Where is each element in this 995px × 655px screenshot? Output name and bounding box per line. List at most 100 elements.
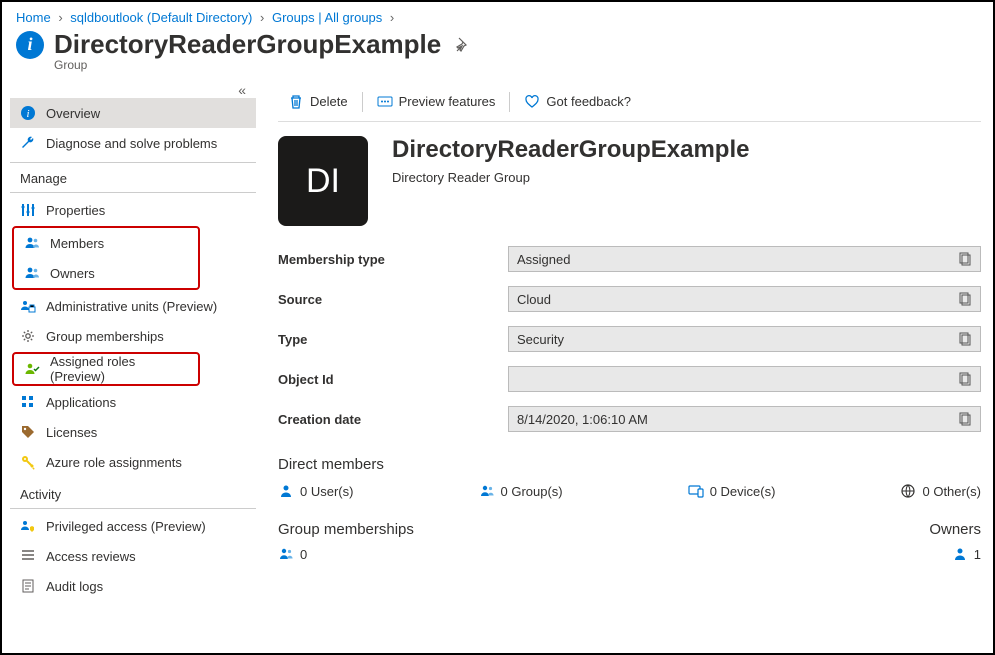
prop-row-type: Type Security <box>278 326 981 352</box>
sidebar-item-overview[interactable]: i Overview <box>10 98 256 128</box>
breadcrumb-groups[interactable]: Groups | All groups <box>272 10 382 25</box>
admin-unit-icon <box>20 298 36 314</box>
tag-icon <box>20 424 36 440</box>
stat-group-memberships[interactable]: 0 <box>278 546 841 562</box>
prop-value-membership-type[interactable]: Assigned <box>508 246 981 272</box>
stat-owners[interactable]: 1 <box>841 546 981 562</box>
info-icon: i <box>16 31 44 59</box>
prop-label: Object Id <box>278 372 508 387</box>
sidebar-collapse-icon[interactable]: « <box>10 82 256 98</box>
prop-row-creation-date: Creation date 8/14/2020, 1:06:10 AM <box>278 406 981 432</box>
sidebar-item-label: Access reviews <box>46 549 136 564</box>
gear-icon <box>20 328 36 344</box>
sidebar-item-label: Privileged access (Preview) <box>46 519 206 534</box>
people-icon <box>24 235 40 251</box>
prop-value-creation-date[interactable]: 8/14/2020, 1:06:10 AM <box>508 406 981 432</box>
sidebar-item-label: Licenses <box>46 425 97 440</box>
prop-value-type[interactable]: Security <box>508 326 981 352</box>
sidebar-item-group-memberships[interactable]: Group memberships <box>10 321 256 351</box>
log-icon <box>20 578 36 594</box>
person-icon <box>278 483 294 499</box>
stat-users[interactable]: 0 User(s) <box>278 483 353 499</box>
sidebar-item-licenses[interactable]: Licenses <box>10 417 256 447</box>
sidebar-item-label: Diagnose and solve problems <box>46 136 217 151</box>
people-icon <box>24 265 40 281</box>
group-summary: DI DirectoryReaderGroupExample Directory… <box>278 136 981 226</box>
sidebar-item-label: Members <box>50 236 104 251</box>
breadcrumb-tenant[interactable]: sqldboutlook (Default Directory) <box>70 10 252 25</box>
breadcrumb-sep: › <box>260 10 264 25</box>
copy-icon[interactable] <box>958 291 974 308</box>
heart-icon <box>524 94 540 110</box>
sidebar-item-azure-role[interactable]: Azure role assignments <box>10 447 256 477</box>
resource-type-label: Group <box>2 58 993 72</box>
prop-label: Source <box>278 292 508 307</box>
toolbar-separator <box>509 92 510 112</box>
prop-value-text: Assigned <box>517 252 570 267</box>
toolbar-label: Preview features <box>399 94 496 109</box>
stat-devices[interactable]: 0 Device(s) <box>688 483 776 499</box>
prop-value-source[interactable]: Cloud <box>508 286 981 312</box>
command-bar: Delete Preview features Got feedback? <box>278 82 981 122</box>
stat-others[interactable]: 0 Other(s) <box>900 483 981 499</box>
pin-icon[interactable] <box>455 36 471 53</box>
breadcrumb-sep: › <box>58 10 62 25</box>
page-header: i DirectoryReaderGroupExample <box>2 29 993 60</box>
prop-value-text: Cloud <box>517 292 551 307</box>
delete-button[interactable]: Delete <box>278 88 358 116</box>
stat-text: 0 User(s) <box>300 484 353 499</box>
list-icon <box>20 548 36 564</box>
group-avatar: DI <box>278 136 368 226</box>
prop-row-source: Source Cloud <box>278 286 981 312</box>
svg-text:i: i <box>26 108 29 120</box>
breadcrumb-sep: › <box>390 10 394 25</box>
group-memberships-heading: Group memberships <box>278 521 841 538</box>
feedback-button[interactable]: Got feedback? <box>514 88 641 116</box>
people-icon <box>278 546 294 562</box>
sidebar-item-privileged-access[interactable]: Privileged access (Preview) <box>10 511 256 541</box>
prop-label: Membership type <box>278 252 508 267</box>
sidebar-item-admin-units[interactable]: Administrative units (Preview) <box>10 291 256 321</box>
people-icon <box>479 483 495 499</box>
privileged-icon <box>20 518 36 534</box>
toolbar-label: Delete <box>310 94 348 109</box>
stat-groups[interactable]: 0 Group(s) <box>479 483 563 499</box>
copy-icon[interactable] <box>958 371 974 388</box>
stat-text: 0 Other(s) <box>922 484 981 499</box>
page-title: DirectoryReaderGroupExample <box>54 29 441 60</box>
stat-text: 1 <box>974 547 981 562</box>
sidebar-item-access-reviews[interactable]: Access reviews <box>10 541 256 571</box>
copy-icon[interactable] <box>958 411 974 428</box>
globe-icon <box>900 483 916 499</box>
prop-value-object-id[interactable] <box>508 366 981 392</box>
sidebar-item-applications[interactable]: Applications <box>10 387 256 417</box>
toolbar-separator <box>362 92 363 112</box>
sidebar-item-audit-logs[interactable]: Audit logs <box>10 571 256 601</box>
group-description: Directory Reader Group <box>392 170 749 185</box>
sidebar: « i Overview Diagnose and solve problems… <box>2 82 260 601</box>
apps-grid-icon <box>20 394 36 410</box>
copy-icon[interactable] <box>958 251 974 268</box>
person-check-icon <box>24 361 40 377</box>
trash-icon <box>288 94 304 110</box>
prop-row-membership-type: Membership type Assigned <box>278 246 981 272</box>
sidebar-item-label: Group memberships <box>46 329 164 344</box>
copy-icon[interactable] <box>958 331 974 348</box>
sidebar-item-owners[interactable]: Owners <box>14 258 198 288</box>
sidebar-item-label: Administrative units (Preview) <box>46 299 217 314</box>
preview-features-button[interactable]: Preview features <box>367 88 506 116</box>
sidebar-item-diagnose[interactable]: Diagnose and solve problems <box>10 128 256 158</box>
device-icon <box>688 483 704 499</box>
sidebar-item-properties[interactable]: Properties <box>10 195 256 225</box>
sidebar-item-members[interactable]: Members <box>14 228 198 258</box>
sliders-icon <box>20 202 36 218</box>
sidebar-item-assigned-roles[interactable]: Assigned roles (Preview) <box>14 354 198 384</box>
stat-text: 0 Device(s) <box>710 484 776 499</box>
breadcrumb: Home › sqldboutlook (Default Directory) … <box>2 2 993 29</box>
prop-label: Type <box>278 332 508 347</box>
sidebar-section-manage: Manage <box>10 162 256 193</box>
prop-row-object-id: Object Id <box>278 366 981 392</box>
breadcrumb-home[interactable]: Home <box>16 10 51 25</box>
bottom-stats: Group memberships 0 Owners 1 <box>278 521 981 562</box>
toolbar-label: Got feedback? <box>546 94 631 109</box>
